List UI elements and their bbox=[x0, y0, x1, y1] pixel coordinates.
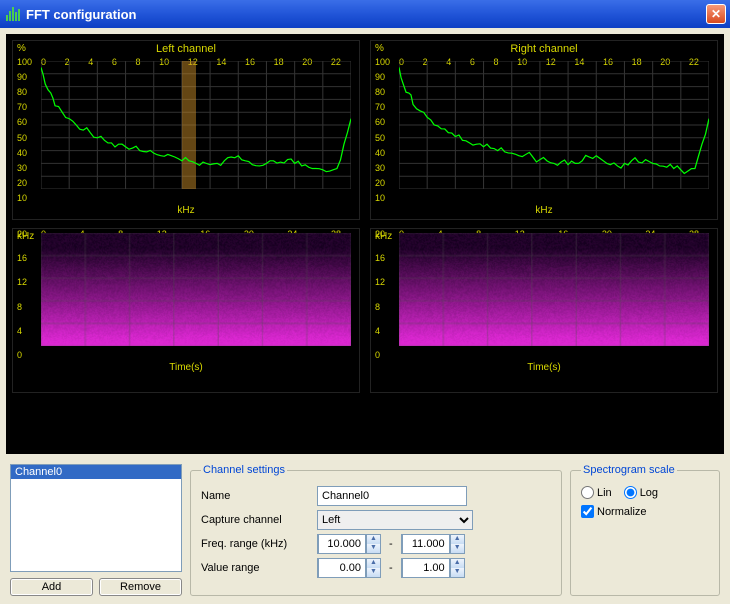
left-spectrum-chart: % Left channel 100908070605040302010 024… bbox=[12, 40, 360, 220]
axis-x-unit: Time(s) bbox=[371, 360, 717, 373]
add-button[interactable]: Add bbox=[10, 578, 93, 596]
channel-list[interactable]: Channel0 bbox=[10, 464, 182, 572]
chevron-down-icon[interactable]: ▼ bbox=[450, 544, 464, 553]
titlebar: FFT configuration ✕ bbox=[0, 0, 730, 28]
app-icon bbox=[6, 6, 22, 22]
log-radio[interactable]: Log bbox=[624, 486, 658, 499]
chevron-up-icon[interactable]: ▲ bbox=[366, 535, 380, 544]
remove-button[interactable]: Remove bbox=[99, 578, 182, 596]
axis-y-unit: % bbox=[375, 43, 384, 54]
range-separator: - bbox=[387, 538, 395, 550]
range-separator: - bbox=[387, 562, 395, 574]
lin-radio[interactable]: Lin bbox=[581, 486, 612, 499]
chart-title-left: Left channel bbox=[13, 41, 359, 57]
axis-y-unit: % bbox=[17, 43, 26, 54]
channel-list-panel: Channel0 Add Remove bbox=[10, 464, 182, 596]
freq-label: Freq. range (kHz) bbox=[201, 538, 311, 550]
left-spectrogram-chart: kHz 201612840 0481216202428 Time(s) bbox=[12, 228, 360, 393]
spectrogram-scale: Spectrogram scale Lin Log Normalize bbox=[570, 464, 720, 596]
normalize-checkbox[interactable]: Normalize bbox=[581, 505, 709, 518]
name-label: Name bbox=[201, 490, 311, 502]
capture-select[interactable]: LeftRight bbox=[317, 510, 473, 530]
freq-to-input[interactable] bbox=[402, 534, 450, 554]
channel-settings: Channel settings Name Capture channel Le… bbox=[190, 464, 562, 596]
axis-x-unit: Time(s) bbox=[13, 360, 359, 373]
value-label: Value range bbox=[201, 562, 311, 574]
freq-from-stepper[interactable]: ▲▼ bbox=[317, 534, 381, 554]
window-title: FFT configuration bbox=[26, 7, 136, 22]
chevron-down-icon[interactable]: ▼ bbox=[450, 568, 464, 577]
chevron-down-icon[interactable]: ▼ bbox=[366, 568, 380, 577]
value-from-input[interactable] bbox=[318, 558, 366, 578]
value-to-input[interactable] bbox=[402, 558, 450, 578]
freq-to-stepper[interactable]: ▲▼ bbox=[401, 534, 465, 554]
freq-from-input[interactable] bbox=[318, 534, 366, 554]
chart-title-right: Right channel bbox=[371, 41, 717, 57]
scale-legend: Spectrogram scale bbox=[581, 464, 677, 476]
axis-x-unit: kHz bbox=[13, 203, 359, 216]
chevron-up-icon[interactable]: ▲ bbox=[366, 559, 380, 568]
close-icon: ✕ bbox=[711, 7, 721, 21]
chevron-up-icon[interactable]: ▲ bbox=[450, 535, 464, 544]
value-from-stepper[interactable]: ▲▼ bbox=[317, 558, 381, 578]
controls-panel: Channel0 Add Remove Channel settings Nam… bbox=[0, 460, 730, 604]
chart-area: % Left channel 100908070605040302010 024… bbox=[6, 34, 724, 454]
chevron-down-icon[interactable]: ▼ bbox=[366, 544, 380, 553]
name-input[interactable] bbox=[317, 486, 467, 506]
value-to-stepper[interactable]: ▲▼ bbox=[401, 558, 465, 578]
right-spectrogram-chart: kHz 201612840 0481216202428 Time(s) bbox=[370, 228, 718, 393]
axis-x-unit: kHz bbox=[371, 203, 717, 216]
capture-label: Capture channel bbox=[201, 514, 311, 526]
settings-legend: Channel settings bbox=[201, 464, 287, 476]
list-item[interactable]: Channel0 bbox=[11, 465, 181, 479]
right-spectrum-chart: % Right channel 100908070605040302010 02… bbox=[370, 40, 718, 220]
chevron-up-icon[interactable]: ▲ bbox=[450, 559, 464, 568]
close-button[interactable]: ✕ bbox=[706, 4, 726, 24]
